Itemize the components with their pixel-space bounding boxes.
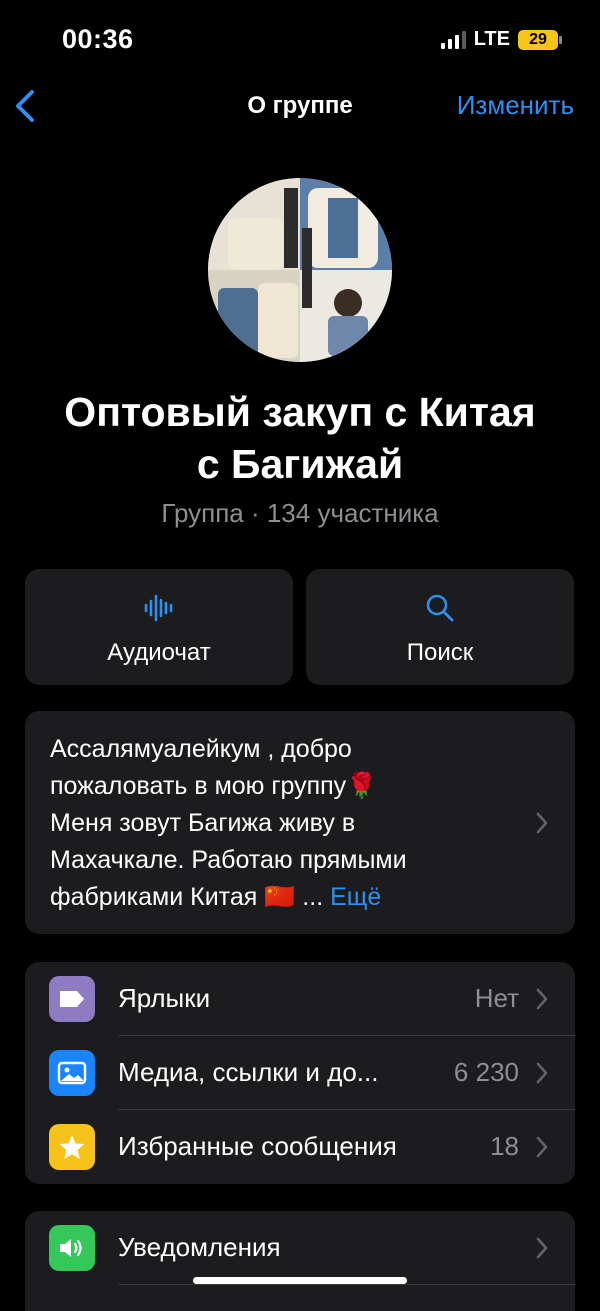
group-subtitle: Группа · 134 участника xyxy=(161,498,439,528)
group-avatar[interactable] xyxy=(208,178,392,362)
description-last-line: фабриками Китая 🇨🇳 ... xyxy=(50,883,324,911)
avatar-image xyxy=(208,178,392,362)
media-row[interactable]: Медиа, ссылки и до... 6 230 xyxy=(25,1036,575,1110)
settings-list: Уведомления xyxy=(25,1211,575,1311)
status-time: 00:36 xyxy=(62,24,134,54)
labels-row[interactable]: Ярлыки Нет xyxy=(25,962,575,1036)
battery-level: 29 xyxy=(529,30,547,48)
more-link[interactable]: Ещё xyxy=(330,883,381,911)
signal-icon xyxy=(440,30,466,49)
audiochat-button[interactable]: Аудиочат xyxy=(25,569,293,685)
description-line: пожаловать в мою группу🌹 xyxy=(50,772,378,800)
chevron-right-icon xyxy=(536,1136,548,1158)
divider xyxy=(118,1284,575,1285)
tag-icon xyxy=(49,976,95,1022)
notifications-label: Уведомления xyxy=(118,1232,281,1262)
edit-button[interactable]: Изменить xyxy=(457,90,574,121)
chevron-right-icon xyxy=(536,1062,548,1084)
media-value: 6 230 xyxy=(453,1057,519,1087)
search-label: Поиск xyxy=(406,639,474,666)
home-indicator[interactable] xyxy=(193,1277,407,1284)
description-line: Махачкале. Работаю прямыми xyxy=(50,846,407,874)
photo-icon xyxy=(49,1050,95,1096)
star-icon xyxy=(49,1124,95,1170)
chevron-right-icon xyxy=(536,1237,548,1259)
saved-messages-row[interactable]: Избранные сообщения 18 xyxy=(25,1110,575,1184)
description-line: Меня зовут Багижа живу в xyxy=(50,809,356,837)
network-label: LTE xyxy=(473,28,510,50)
notifications-row[interactable]: Уведомления xyxy=(25,1211,575,1285)
saved-messages-label: Избранные сообщения xyxy=(118,1131,397,1161)
navigation-bar: О группе Изменить xyxy=(0,80,600,132)
battery-icon: 29 xyxy=(518,29,562,50)
search-icon xyxy=(426,594,454,622)
chevron-right-icon xyxy=(536,988,548,1010)
speaker-icon xyxy=(49,1225,95,1271)
saved-messages-value: 18 xyxy=(490,1131,519,1161)
status-bar: 00:36 LTE 29 xyxy=(0,0,600,80)
group-title: Оптовый закуп с Китая с Багижай xyxy=(20,386,580,490)
labels-label: Ярлыки xyxy=(118,983,211,1013)
labels-value: Нет xyxy=(474,983,519,1013)
info-list: Ярлыки Нет Медиа, ссылки и до... 6 230 И… xyxy=(25,962,575,1184)
group-title-line2: с Багижай xyxy=(196,441,404,487)
description-card[interactable]: Ассалямуалейкум , добро пожаловать в мою… xyxy=(25,711,575,934)
status-icons: LTE 29 xyxy=(440,28,562,51)
description-text: Ассалямуалейкум , добро пожаловать в мою… xyxy=(50,731,510,916)
group-title-line1: Оптовый закуп с Китая xyxy=(64,389,536,435)
media-label: Медиа, ссылки и до... xyxy=(118,1057,379,1087)
description-line: фабриками Китая 🇨🇳 ... Ещё xyxy=(50,879,510,916)
waveform-icon xyxy=(144,594,173,622)
description-line: Ассалямуалейкум , добро xyxy=(50,735,352,763)
chevron-right-icon xyxy=(536,812,548,834)
search-button[interactable]: Поиск xyxy=(306,569,574,685)
audiochat-label: Аудиочат xyxy=(107,639,211,666)
